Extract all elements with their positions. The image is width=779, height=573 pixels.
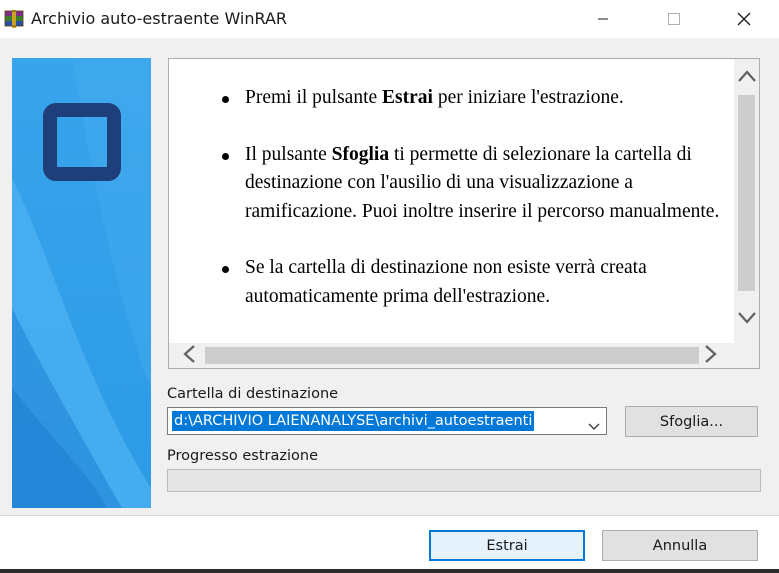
destination-path-value[interactable]: d:\ARCHIVIO LAIENANALYSE\archivi_autoest… — [172, 411, 535, 431]
bullet-text: Premi il pulsante — [245, 87, 383, 108]
horizontal-scroll-thumb[interactable] — [205, 347, 699, 364]
bold-term: Sfoglia — [331, 143, 390, 165]
info-list: Premi il pulsante Estrai per iniziare l'… — [169, 84, 735, 311]
info-bullet-item: Il pulsante Sfoglia ti permette di selez… — [169, 141, 735, 227]
destination-combobox[interactable]: d:\ARCHIVIO LAIENANALYSE\archivi_autoest… — [167, 407, 607, 435]
chevron-down-icon[interactable] — [588, 416, 600, 435]
horizontal-scrollbar[interactable] — [169, 343, 735, 368]
bold-term: Estrai — [382, 87, 433, 108]
destination-label: Cartella di destinazione — [167, 386, 339, 402]
scroll-down-button[interactable] — [734, 307, 759, 331]
bullet-dot-icon — [222, 152, 229, 160]
chevron-left-icon — [182, 344, 196, 368]
cancel-button[interactable]: Annulla — [602, 530, 758, 561]
banner-graphic — [12, 58, 151, 508]
extract-button[interactable]: Estrai — [429, 530, 585, 561]
info-text-area: Premi il pulsante Estrai per iniziare l'… — [169, 59, 735, 343]
bullet-dot-icon — [222, 96, 229, 103]
extraction-progress-bar — [167, 469, 761, 492]
title-bar[interactable]: Archivio auto-estraente WinRAR — [0, 0, 779, 38]
vertical-scrollbar[interactable] — [734, 59, 759, 343]
browse-button[interactable]: Sfoglia... — [625, 406, 758, 437]
scroll-up-button[interactable] — [734, 65, 759, 89]
scroll-left-button[interactable] — [177, 343, 201, 368]
chevron-right-icon — [704, 344, 718, 368]
bullet-text: Se la cartella di destinazione non esist… — [245, 257, 647, 307]
scrollbar-corner — [734, 343, 759, 368]
chevron-up-icon — [737, 68, 757, 87]
maximize-icon — [667, 12, 681, 26]
chevron-down-icon — [737, 310, 757, 329]
maximize-button[interactable] — [651, 0, 697, 38]
close-icon — [736, 11, 752, 27]
progress-label: Progresso estrazione — [167, 448, 318, 464]
winrar-books-icon — [4, 9, 24, 29]
bullet-text: Il pulsante — [245, 143, 332, 165]
vertical-scroll-thumb[interactable] — [738, 95, 755, 291]
window-bottom-edge — [0, 569, 779, 573]
window-title: Archivio auto-estraente WinRAR — [31, 9, 288, 28]
scroll-right-button[interactable] — [699, 343, 723, 368]
info-bullet-item: Premi il pulsante Estrai per iniziare l'… — [169, 84, 735, 113]
close-button[interactable] — [721, 0, 767, 38]
bullet-text: per iniziare l'estrazione. — [432, 87, 624, 108]
minimize-button[interactable] — [580, 0, 626, 38]
bullet-dot-icon — [222, 266, 229, 273]
info-textbox[interactable]: Premi il pulsante Estrai per iniziare l'… — [168, 58, 760, 369]
side-banner — [12, 58, 151, 508]
minimize-icon — [597, 13, 609, 25]
info-bullet-item: Se la cartella di destinazione non esist… — [169, 254, 735, 311]
